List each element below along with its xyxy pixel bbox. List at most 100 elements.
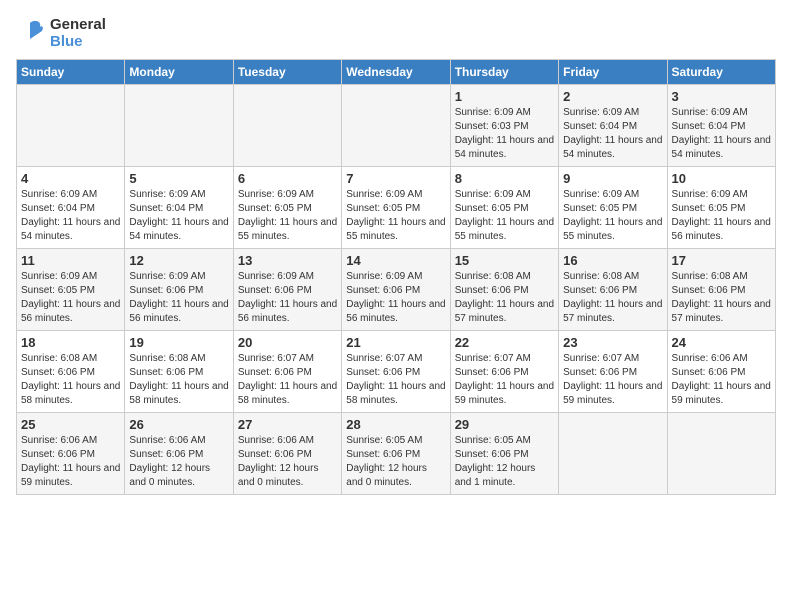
day-number: 4 xyxy=(21,171,120,186)
day-info: Sunrise: 6:09 AM Sunset: 6:06 PM Dayligh… xyxy=(238,270,337,326)
day-cell-10: 10 Sunrise: 6:09 AM Sunset: 6:05 PM Dayli… xyxy=(667,166,775,248)
day-number: 19 xyxy=(129,335,228,350)
day-info: Sunrise: 6:09 AM Sunset: 6:05 PM Dayligh… xyxy=(238,188,337,244)
weekday-header-monday: Monday xyxy=(125,59,233,84)
calendar-table: SundayMondayTuesdayWednesdayThursdayFrid… xyxy=(16,59,776,495)
day-number: 8 xyxy=(455,171,554,186)
day-info: Sunrise: 6:06 AM Sunset: 6:06 PM Dayligh… xyxy=(672,352,771,408)
day-info: Sunrise: 6:07 AM Sunset: 6:06 PM Dayligh… xyxy=(346,352,445,408)
day-number: 24 xyxy=(672,335,771,350)
day-number: 7 xyxy=(346,171,445,186)
day-number: 3 xyxy=(672,89,771,104)
empty-cell xyxy=(17,84,125,166)
day-number: 18 xyxy=(21,335,120,350)
logo-general: General xyxy=(50,16,106,33)
day-number: 16 xyxy=(563,253,662,268)
weekday-header-row: SundayMondayTuesdayWednesdayThursdayFrid… xyxy=(17,59,776,84)
weekday-header-friday: Friday xyxy=(559,59,667,84)
day-cell-4: 4 Sunrise: 6:09 AM Sunset: 6:04 PM Daylig… xyxy=(17,166,125,248)
day-info: Sunrise: 6:06 AM Sunset: 6:06 PM Dayligh… xyxy=(129,434,228,490)
day-cell-19: 19 Sunrise: 6:08 AM Sunset: 6:06 PM Dayli… xyxy=(125,330,233,412)
day-number: 17 xyxy=(672,253,771,268)
day-info: Sunrise: 6:09 AM Sunset: 6:05 PM Dayligh… xyxy=(672,188,771,244)
day-cell-8: 8 Sunrise: 6:09 AM Sunset: 6:05 PM Daylig… xyxy=(450,166,558,248)
day-number: 2 xyxy=(563,89,662,104)
day-info: Sunrise: 6:06 AM Sunset: 6:06 PM Dayligh… xyxy=(21,434,120,490)
week-row-5: 25 Sunrise: 6:06 AM Sunset: 6:06 PM Dayli… xyxy=(17,412,776,494)
day-info: Sunrise: 6:09 AM Sunset: 6:04 PM Dayligh… xyxy=(563,106,662,162)
empty-cell xyxy=(559,412,667,494)
day-info: Sunrise: 6:09 AM Sunset: 6:03 PM Dayligh… xyxy=(455,106,554,162)
day-cell-27: 27 Sunrise: 6:06 AM Sunset: 6:06 PM Dayli… xyxy=(233,412,341,494)
day-info: Sunrise: 6:09 AM Sunset: 6:05 PM Dayligh… xyxy=(563,188,662,244)
day-cell-11: 11Sunrise: 6:09 AM Sunset: 6:05 PM Dayli… xyxy=(17,248,125,330)
day-cell-9: 9 Sunrise: 6:09 AM Sunset: 6:05 PM Daylig… xyxy=(559,166,667,248)
day-number: 25 xyxy=(21,417,120,432)
day-cell-3: 3 Sunrise: 6:09 AM Sunset: 6:04 PM Daylig… xyxy=(667,84,775,166)
day-number: 1 xyxy=(455,89,554,104)
day-cell-18: 18 Sunrise: 6:08 AM Sunset: 6:06 PM Dayli… xyxy=(17,330,125,412)
day-number: 22 xyxy=(455,335,554,350)
empty-cell xyxy=(342,84,450,166)
day-number: 23 xyxy=(563,335,662,350)
day-cell-7: 7 Sunrise: 6:09 AM Sunset: 6:05 PM Daylig… xyxy=(342,166,450,248)
day-info: Sunrise: 6:06 AM Sunset: 6:06 PM Dayligh… xyxy=(238,434,337,490)
day-info: Sunrise: 6:09 AM Sunset: 6:05 PM Dayligh… xyxy=(455,188,554,244)
day-info: Sunrise: 6:05 AM Sunset: 6:06 PM Dayligh… xyxy=(455,434,554,490)
day-info: Sunrise: 6:09 AM Sunset: 6:06 PM Dayligh… xyxy=(346,270,445,326)
day-cell-24: 24 Sunrise: 6:06 AM Sunset: 6:06 PM Dayli… xyxy=(667,330,775,412)
week-row-4: 18 Sunrise: 6:08 AM Sunset: 6:06 PM Dayli… xyxy=(17,330,776,412)
empty-cell xyxy=(667,412,775,494)
day-cell-20: 20 Sunrise: 6:07 AM Sunset: 6:06 PM Dayli… xyxy=(233,330,341,412)
day-info: Sunrise: 6:08 AM Sunset: 6:06 PM Dayligh… xyxy=(563,270,662,326)
day-number: 12 xyxy=(129,253,228,268)
day-info: Sunrise: 6:08 AM Sunset: 6:06 PM Dayligh… xyxy=(21,352,120,408)
day-number: 6 xyxy=(238,171,337,186)
day-info: Sunrise: 6:09 AM Sunset: 6:06 PM Dayligh… xyxy=(129,270,228,326)
day-info: Sunrise: 6:05 AM Sunset: 6:06 PM Dayligh… xyxy=(346,434,445,490)
day-info: Sunrise: 6:09 AM Sunset: 6:04 PM Dayligh… xyxy=(672,106,771,162)
day-number: 28 xyxy=(346,417,445,432)
day-info: Sunrise: 6:09 AM Sunset: 6:05 PM Dayligh… xyxy=(346,188,445,244)
page-header: General Blue xyxy=(16,16,776,51)
day-cell-28: 28 Sunrise: 6:05 AM Sunset: 6:06 PM Dayli… xyxy=(342,412,450,494)
day-number: 20 xyxy=(238,335,337,350)
day-cell-1: 1 Sunrise: 6:09 AM Sunset: 6:03 PM Daylig… xyxy=(450,84,558,166)
day-cell-25: 25 Sunrise: 6:06 AM Sunset: 6:06 PM Dayli… xyxy=(17,412,125,494)
day-cell-15: 15 Sunrise: 6:08 AM Sunset: 6:06 PM Dayli… xyxy=(450,248,558,330)
day-cell-17: 17Sunrise: 6:08 AM Sunset: 6:06 PM Dayli… xyxy=(667,248,775,330)
day-cell-26: 26 Sunrise: 6:06 AM Sunset: 6:06 PM Dayli… xyxy=(125,412,233,494)
day-number: 13 xyxy=(238,253,337,268)
day-info: Sunrise: 6:07 AM Sunset: 6:06 PM Dayligh… xyxy=(455,352,554,408)
day-number: 29 xyxy=(455,417,554,432)
weekday-header-sunday: Sunday xyxy=(17,59,125,84)
day-number: 10 xyxy=(672,171,771,186)
day-cell-29: 29 Sunrise: 6:05 AM Sunset: 6:06 PM Dayli… xyxy=(450,412,558,494)
day-cell-21: 21 Sunrise: 6:07 AM Sunset: 6:06 PM Dayli… xyxy=(342,330,450,412)
weekday-header-tuesday: Tuesday xyxy=(233,59,341,84)
day-info: Sunrise: 6:07 AM Sunset: 6:06 PM Dayligh… xyxy=(563,352,662,408)
day-number: 9 xyxy=(563,171,662,186)
day-info: Sunrise: 6:08 AM Sunset: 6:06 PM Dayligh… xyxy=(129,352,228,408)
day-number: 26 xyxy=(129,417,228,432)
day-cell-22: 22 Sunrise: 6:07 AM Sunset: 6:06 PM Dayli… xyxy=(450,330,558,412)
weekday-header-thursday: Thursday xyxy=(450,59,558,84)
logo-blue: Blue xyxy=(50,33,106,50)
day-number: 21 xyxy=(346,335,445,350)
day-info: Sunrise: 6:07 AM Sunset: 6:06 PM Dayligh… xyxy=(238,352,337,408)
logo-bird-icon xyxy=(16,19,44,47)
week-row-1: 1 Sunrise: 6:09 AM Sunset: 6:03 PM Daylig… xyxy=(17,84,776,166)
day-info: Sunrise: 6:09 AM Sunset: 6:04 PM Dayligh… xyxy=(21,188,120,244)
day-cell-12: 12 Sunrise: 6:09 AM Sunset: 6:06 PM Dayli… xyxy=(125,248,233,330)
weekday-header-wednesday: Wednesday xyxy=(342,59,450,84)
day-cell-5: 5Sunrise: 6:09 AM Sunset: 6:04 PM Daylig… xyxy=(125,166,233,248)
day-number: 27 xyxy=(238,417,337,432)
day-cell-23: 23 Sunrise: 6:07 AM Sunset: 6:06 PM Dayli… xyxy=(559,330,667,412)
day-info: Sunrise: 6:08 AM Sunset: 6:06 PM Dayligh… xyxy=(455,270,554,326)
day-number: 5 xyxy=(129,171,228,186)
day-number: 15 xyxy=(455,253,554,268)
day-cell-13: 13 Sunrise: 6:09 AM Sunset: 6:06 PM Dayli… xyxy=(233,248,341,330)
week-row-3: 11Sunrise: 6:09 AM Sunset: 6:05 PM Dayli… xyxy=(17,248,776,330)
day-number: 14 xyxy=(346,253,445,268)
day-cell-2: 2 Sunrise: 6:09 AM Sunset: 6:04 PM Daylig… xyxy=(559,84,667,166)
